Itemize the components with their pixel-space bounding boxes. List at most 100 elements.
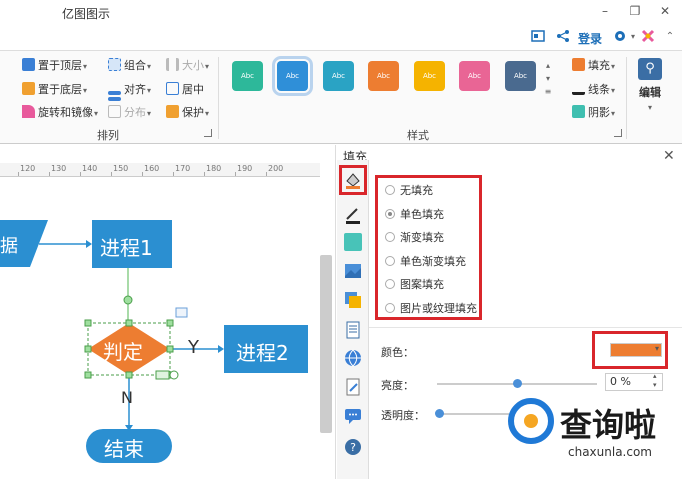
decision-label: 判定 (103, 340, 143, 364)
fill-option[interactable]: 无填充 (385, 183, 433, 199)
bring-to-front-button[interactable]: 置于顶层▾ (22, 57, 87, 75)
process1-label: 进程1 (100, 236, 153, 260)
color-label: 颜色： (381, 346, 414, 359)
fill-option[interactable]: 单色渐变填充 (385, 254, 466, 270)
fill-option[interactable]: 图案填充 (385, 277, 444, 293)
fill-option[interactable]: 渐变填充 (385, 230, 444, 246)
style-swatch[interactable]: Abc (414, 61, 445, 91)
style-swatch[interactable]: Abc (232, 61, 263, 91)
data-label: 据 (0, 236, 18, 257)
transparency-slider-thumb[interactable] (435, 409, 444, 418)
transparency-slider[interactable] (437, 413, 509, 415)
binoculars-icon: ⚲ (638, 58, 662, 80)
title-bar: 亿图图示 – ❐ ✕ (0, 0, 682, 24)
rotate-mirror-button[interactable]: 旋转和镜像▾ (22, 104, 98, 122)
ribbon: 置于顶层▾ 置于底层▾ 旋转和镜像▾ 组合▾ 对齐▾ 分布▾ 大小▾ 居中 保护… (0, 50, 682, 144)
group-button[interactable]: 组合▾ (108, 57, 151, 75)
document-icon[interactable] (344, 321, 362, 339)
resize-handle[interactable] (125, 371, 133, 379)
center-icon (166, 82, 179, 95)
distribute-button[interactable]: 分布▾ (108, 104, 151, 122)
arrow-head (218, 345, 224, 353)
comment-icon[interactable] (344, 407, 362, 425)
align-button[interactable]: 对齐▾ (108, 81, 151, 99)
note-icon[interactable] (175, 307, 188, 318)
sidebar-icon-bar: ? (337, 160, 369, 479)
close-window-button[interactable]: ✕ (656, 3, 674, 19)
shadow-swatch-icon[interactable] (344, 233, 362, 251)
drawing-canvas[interactable]: 120 130 140 150 160 170 180 190 200 据 进程… (0, 145, 336, 479)
styles-launcher-icon[interactable] (614, 129, 622, 137)
arrow-head (86, 240, 92, 248)
login-link[interactable]: 登录 (578, 30, 602, 47)
fill-bucket-icon (572, 58, 585, 71)
settings-dropdown-icon[interactable]: ▾ (625, 29, 641, 45)
resize-handle[interactable] (84, 345, 92, 353)
center-button[interactable]: 居中 (166, 81, 204, 99)
brightness-slider-thumb[interactable] (513, 379, 522, 388)
send-to-back-icon (22, 82, 35, 95)
style-swatch[interactable]: Abc (459, 61, 490, 91)
help-icon[interactable]: ? (344, 438, 362, 456)
radio-button[interactable] (385, 255, 395, 266)
watermark-logo-icon (508, 398, 554, 444)
group-separator (626, 57, 627, 139)
fill-option[interactable]: 图片或纹理填充 (385, 301, 477, 317)
shadow-button[interactable]: 阴影▾ (572, 104, 615, 122)
edit-button[interactable]: ⚲ 编辑 ▾ (632, 56, 668, 134)
fill-button[interactable]: 填充▾ (572, 57, 615, 75)
restore-button[interactable]: ❐ (626, 3, 644, 19)
radio-button[interactable] (385, 185, 395, 195)
brightness-label: 亮度： (381, 379, 414, 392)
app-title: 亿图图示 (62, 7, 111, 21)
gallery-scroll[interactable]: ▴ ▾ ≡ (543, 59, 553, 99)
rotate-icon (22, 105, 35, 118)
vertical-scrollbar[interactable] (320, 255, 332, 433)
edit-page-icon[interactable] (344, 378, 362, 396)
style-swatch[interactable]: Abc (368, 61, 399, 91)
fill-option-label: 渐变填充 (400, 231, 444, 244)
window-icon[interactable] (530, 29, 546, 45)
watermark-domain: chaxunla.com (568, 445, 652, 459)
fill-option-label: 图案填充 (400, 278, 444, 291)
connection-point[interactable] (123, 295, 133, 305)
close-panel-icon[interactable]: ✕ (663, 148, 675, 164)
align-icon (108, 91, 121, 95)
resize-handle[interactable] (166, 345, 174, 353)
line-pen-icon[interactable] (344, 206, 362, 224)
share-icon[interactable] (555, 29, 571, 45)
style-swatch[interactable]: Abc (323, 61, 354, 91)
protect-button[interactable]: 保护▾ (166, 104, 209, 122)
fill-bucket-icon[interactable] (344, 171, 362, 189)
radio-button[interactable] (385, 279, 395, 289)
image-icon[interactable] (344, 262, 362, 280)
resize-handle[interactable] (84, 371, 92, 379)
resize-handle[interactable] (166, 319, 174, 327)
account-bar: 登录 ▾ ⌃ (0, 24, 682, 50)
arrange-launcher-icon[interactable] (204, 129, 212, 137)
brightness-stepper[interactable]: ▴ ▾ (653, 372, 657, 390)
fill-option-label: 单色渐变填充 (400, 254, 466, 268)
radio-button[interactable] (385, 302, 395, 313)
divider (369, 327, 682, 328)
color-dropdown-icon[interactable]: ▾ (655, 344, 659, 353)
process2-label: 进程2 (236, 341, 289, 365)
minimize-button[interactable]: – (596, 3, 614, 19)
send-to-back-button[interactable]: 置于底层▾ (22, 81, 87, 99)
rotate-handle[interactable] (169, 370, 179, 380)
style-swatch[interactable]: Abc (272, 56, 313, 96)
radio-button[interactable] (385, 208, 395, 219)
resize-handle[interactable] (84, 319, 92, 327)
radio-button[interactable] (385, 232, 395, 242)
style-swatch[interactable]: Abc (505, 61, 536, 91)
line-button[interactable]: 线条▾ (572, 81, 615, 99)
collapse-ribbon-icon[interactable]: ⌃ (662, 29, 678, 45)
globe-icon[interactable] (344, 349, 362, 367)
plugin-icon[interactable] (640, 29, 656, 45)
fill-option[interactable]: 单色填充 (385, 207, 444, 223)
size-button[interactable]: 大小▾ (166, 57, 209, 75)
resize-handle[interactable] (125, 319, 133, 327)
text-edit-icon[interactable] (155, 370, 170, 380)
layers-icon[interactable] (344, 291, 362, 309)
no-label: N (121, 388, 133, 407)
